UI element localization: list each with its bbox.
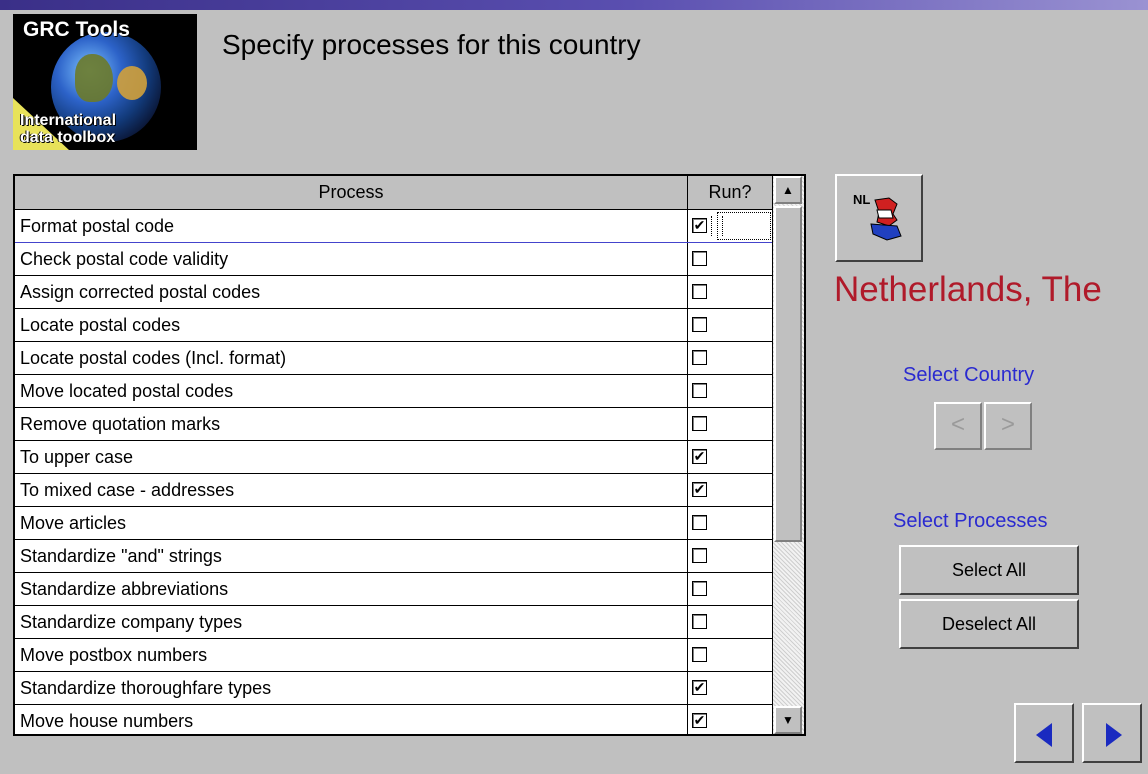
table-row[interactable]: Locate postal codes bbox=[15, 309, 772, 342]
table-row[interactable]: Standardize "and" strings bbox=[15, 540, 772, 573]
arrow-left-icon bbox=[1036, 723, 1052, 747]
table-row[interactable]: Remove quotation marks bbox=[15, 408, 772, 441]
table-row[interactable]: To mixed case - addresses ✔ bbox=[15, 474, 772, 507]
run-checkbox[interactable]: ✔ bbox=[692, 482, 707, 497]
next-country-button[interactable]: > bbox=[984, 402, 1032, 450]
process-name: Locate postal codes (Incl. format) bbox=[20, 348, 287, 368]
process-name: Standardize abbreviations bbox=[20, 579, 229, 599]
previous-country-button[interactable]: < bbox=[934, 402, 982, 450]
deselect-all-button[interactable]: Deselect All bbox=[899, 599, 1079, 649]
process-name: Assign corrected postal codes bbox=[20, 282, 261, 302]
column-header-run[interactable]: Run? bbox=[688, 176, 772, 210]
table-row[interactable]: Check postal code validity bbox=[15, 243, 772, 276]
run-checkbox[interactable] bbox=[692, 647, 707, 662]
table-row[interactable]: Standardize thoroughfare types ✔ bbox=[15, 672, 772, 705]
table-row[interactable]: Standardize abbreviations bbox=[15, 573, 772, 606]
run-checkbox[interactable] bbox=[692, 284, 707, 299]
run-checkbox[interactable] bbox=[692, 317, 707, 332]
scroll-up-button[interactable]: ▲ bbox=[774, 176, 802, 204]
arrow-right-icon bbox=[1106, 723, 1122, 747]
table-row[interactable]: Move postbox numbers bbox=[15, 639, 772, 672]
window-title-bar bbox=[0, 0, 1148, 10]
select-all-button[interactable]: Select All bbox=[899, 545, 1079, 595]
run-checkbox[interactable] bbox=[692, 515, 707, 530]
table-row[interactable]: Locate postal codes (Incl. format) bbox=[15, 342, 772, 375]
run-checkbox[interactable] bbox=[692, 614, 707, 629]
run-checkbox[interactable] bbox=[692, 350, 707, 365]
process-rows: Format postal code ✔ Check postal code val… bbox=[15, 210, 772, 734]
table-row[interactable]: Standardize company types bbox=[15, 606, 772, 639]
process-name: Move articles bbox=[20, 513, 127, 533]
logo-subtitle: International data toolbox bbox=[20, 112, 117, 146]
process-name: Format postal code bbox=[20, 216, 175, 236]
table-row[interactable]: Format postal code ✔ bbox=[15, 210, 772, 243]
table-row[interactable]: Move located postal codes bbox=[15, 375, 772, 408]
process-name: Move house numbers bbox=[20, 711, 194, 731]
run-checkbox[interactable] bbox=[692, 416, 707, 431]
run-checkbox[interactable] bbox=[692, 548, 707, 563]
process-name: To mixed case - addresses bbox=[20, 480, 235, 500]
country-flag-button[interactable]: NL bbox=[835, 174, 923, 262]
netherlands-map-icon bbox=[870, 197, 902, 241]
table-row[interactable]: Move articles bbox=[15, 507, 772, 540]
select-processes-label: Select Processes bbox=[893, 510, 1048, 532]
process-name: Move postbox numbers bbox=[20, 645, 208, 665]
process-name: Check postal code validity bbox=[20, 249, 229, 269]
table-row[interactable]: Assign corrected postal codes bbox=[15, 276, 772, 309]
run-checkbox[interactable]: ✔ bbox=[692, 218, 707, 233]
process-grid[interactable]: Process Run? Format postal code ✔ Check po… bbox=[13, 174, 806, 736]
process-name: Standardize "and" strings bbox=[20, 546, 222, 566]
process-name: Standardize company types bbox=[20, 612, 243, 632]
select-country-label: Select Country bbox=[903, 364, 1035, 386]
column-header-process[interactable]: Process bbox=[15, 176, 688, 210]
process-name: Move located postal codes bbox=[20, 381, 234, 401]
run-checkbox[interactable]: ✔ bbox=[692, 680, 707, 695]
table-row[interactable]: To upper case ✔ bbox=[15, 441, 772, 474]
scroll-down-button[interactable]: ▼ bbox=[774, 706, 802, 734]
process-name: Locate postal codes bbox=[20, 315, 181, 335]
next-page-button[interactable] bbox=[1082, 703, 1142, 763]
vertical-scrollbar[interactable]: ▲ ▼ bbox=[772, 176, 804, 734]
grc-tools-logo: GRC Tools International data toolbox bbox=[13, 14, 197, 150]
run-checkbox[interactable]: ✔ bbox=[692, 713, 707, 728]
country-name: Netherlands, The bbox=[834, 270, 1102, 309]
run-checkbox[interactable] bbox=[692, 383, 707, 398]
process-name: To upper case bbox=[20, 447, 134, 467]
run-checkbox[interactable] bbox=[692, 251, 707, 266]
table-row[interactable]: Move house numbers ✔ bbox=[15, 705, 772, 734]
scroll-thumb[interactable] bbox=[774, 206, 802, 542]
process-name: Standardize thoroughfare types bbox=[20, 678, 272, 698]
page-title: Specify processes for this country bbox=[222, 29, 641, 60]
logo-title: GRC Tools bbox=[23, 18, 130, 41]
run-checkbox[interactable] bbox=[692, 581, 707, 596]
run-checkbox[interactable]: ✔ bbox=[692, 449, 707, 464]
focus-rectangle bbox=[717, 212, 771, 240]
previous-page-button[interactable] bbox=[1014, 703, 1074, 763]
process-name: Remove quotation marks bbox=[20, 414, 221, 434]
